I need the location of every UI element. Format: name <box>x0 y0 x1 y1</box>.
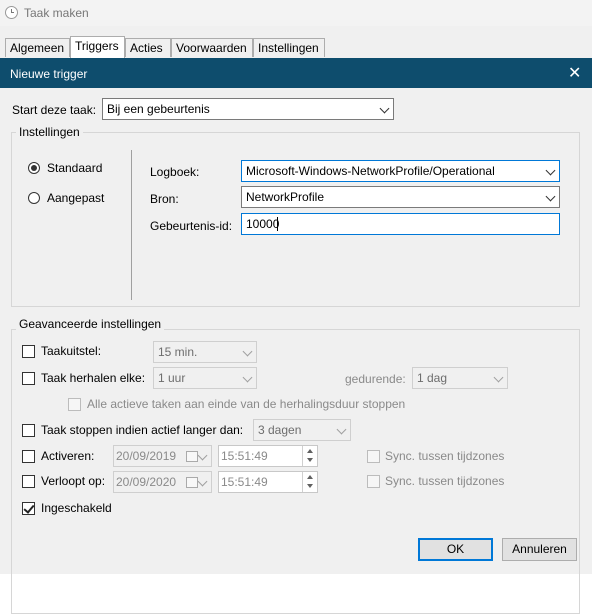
activate-time-value: 15:51:49 <box>221 449 268 463</box>
vertical-divider <box>131 150 132 300</box>
tab-voorwaarden[interactable]: Voorwaarden <box>171 38 253 57</box>
source-select[interactable]: NetworkProfile <box>241 186 560 208</box>
repeat-label: Taak herhalen elke: <box>41 371 146 385</box>
tab-triggers[interactable]: Triggers <box>70 36 125 58</box>
delay-label: Taakuitstel: <box>41 344 102 358</box>
repeat-select[interactable]: 1 uur <box>153 367 257 389</box>
dialog-body: Start deze taak: Bij een gebeurtenis Ins… <box>0 88 592 614</box>
repeat-checkbox[interactable] <box>22 372 35 385</box>
expire-date-picker[interactable]: 20/09/2020 <box>113 471 212 493</box>
tab-strip: Algemeen Triggers Acties Voorwaarden Ins… <box>0 26 592 58</box>
stop-if-value: 3 dagen <box>258 423 302 437</box>
sync-label-2: Sync. tussen tijdzones <box>385 474 505 488</box>
start-task-select[interactable]: Bij een gebeurtenis <box>102 98 394 120</box>
sync-label-1: Sync. tussen tijdzones <box>385 449 505 463</box>
duration-select[interactable]: 1 dag <box>412 367 508 389</box>
cancel-button[interactable]: Annuleren <box>502 538 577 561</box>
event-id-value: 10000 <box>246 217 280 231</box>
chevron-down-icon <box>379 103 390 114</box>
chevron-down-icon <box>242 372 253 383</box>
chevron-down-icon <box>336 424 347 435</box>
radio-custom[interactable] <box>28 192 40 204</box>
expire-label: Verloopt op: <box>41 474 106 488</box>
settings-group-title: Instellingen <box>16 125 83 139</box>
activate-time-input[interactable]: 15:51:49 <box>218 445 318 467</box>
duration-value: 1 dag <box>417 371 448 385</box>
repeat-value: 1 uur <box>158 371 186 385</box>
start-task-value: Bij een gebeurtenis <box>107 102 210 116</box>
event-id-label: Gebeurtenis-id: <box>150 219 233 233</box>
chevron-down-icon <box>242 346 253 357</box>
source-label: Bron: <box>150 192 179 206</box>
tab-algemeen[interactable]: Algemeen <box>5 38 70 57</box>
parent-title-bar: Taak maken <box>0 0 592 26</box>
event-id-input[interactable]: 10000 <box>241 213 560 235</box>
source-value: NetworkProfile <box>246 190 325 204</box>
duration-label: gedurende: <box>345 372 406 386</box>
expire-checkbox[interactable] <box>22 475 35 488</box>
stop-if-select[interactable]: 3 dagen <box>253 419 351 441</box>
clock-icon <box>5 6 18 19</box>
close-icon[interactable]: ✕ <box>568 63 581 83</box>
stop-all-checkbox[interactable] <box>68 398 81 411</box>
chevron-down-icon <box>197 476 208 487</box>
delay-select[interactable]: 15 min. <box>153 341 257 363</box>
sync-checkbox-1[interactable] <box>367 450 380 463</box>
enabled-label: Ingeschakeld <box>41 501 112 515</box>
delay-checkbox[interactable] <box>22 345 35 358</box>
log-select[interactable]: Microsoft-Windows-NetworkProfile/Operati… <box>241 160 560 182</box>
expire-time-value: 15:51:49 <box>221 475 268 489</box>
delay-value: 15 min. <box>158 345 198 359</box>
tab-instellingen[interactable]: Instellingen <box>253 38 325 57</box>
activate-checkbox[interactable] <box>22 450 35 463</box>
activate-label: Activeren: <box>41 449 95 463</box>
text-caret <box>277 217 278 231</box>
activate-date-value: 20/09/2019 <box>116 449 177 463</box>
chevron-down-icon <box>197 450 208 461</box>
time-spinner[interactable] <box>302 472 317 492</box>
tab-acties[interactable]: Acties <box>125 38 171 57</box>
radio-custom-label: Aangepast <box>47 191 105 205</box>
ok-button[interactable]: OK <box>418 538 493 561</box>
expire-time-input[interactable]: 15:51:49 <box>218 471 318 493</box>
log-label: Logboek: <box>150 165 200 179</box>
time-spinner[interactable] <box>302 446 317 466</box>
dialog-title: Nieuwe trigger <box>10 67 88 81</box>
calendar-icon <box>186 451 198 462</box>
stop-if-label: Taak stoppen indien actief langer dan: <box>41 423 244 437</box>
log-value: Microsoft-Windows-NetworkProfile/Operati… <box>246 164 495 178</box>
advanced-group-title: Geavanceerde instellingen <box>16 317 165 331</box>
radio-standard-label: Standaard <box>47 161 103 175</box>
chevron-down-icon <box>493 372 504 383</box>
chevron-down-icon <box>545 165 556 176</box>
radio-standard[interactable] <box>28 162 40 174</box>
dialog-title-bar: Nieuwe trigger ✕ <box>0 58 592 88</box>
activate-date-picker[interactable]: 20/09/2019 <box>113 445 212 467</box>
start-task-label: Start deze taak: <box>12 103 97 117</box>
chevron-down-icon <box>545 191 556 202</box>
calendar-icon <box>186 477 198 488</box>
enabled-checkbox[interactable] <box>22 502 35 515</box>
parent-window-title: Taak maken <box>24 6 89 20</box>
stop-if-checkbox[interactable] <box>22 424 35 437</box>
sync-checkbox-2[interactable] <box>367 475 380 488</box>
stop-all-label: Alle actieve taken aan einde van de herh… <box>87 397 406 411</box>
expire-date-value: 20/09/2020 <box>116 475 177 489</box>
